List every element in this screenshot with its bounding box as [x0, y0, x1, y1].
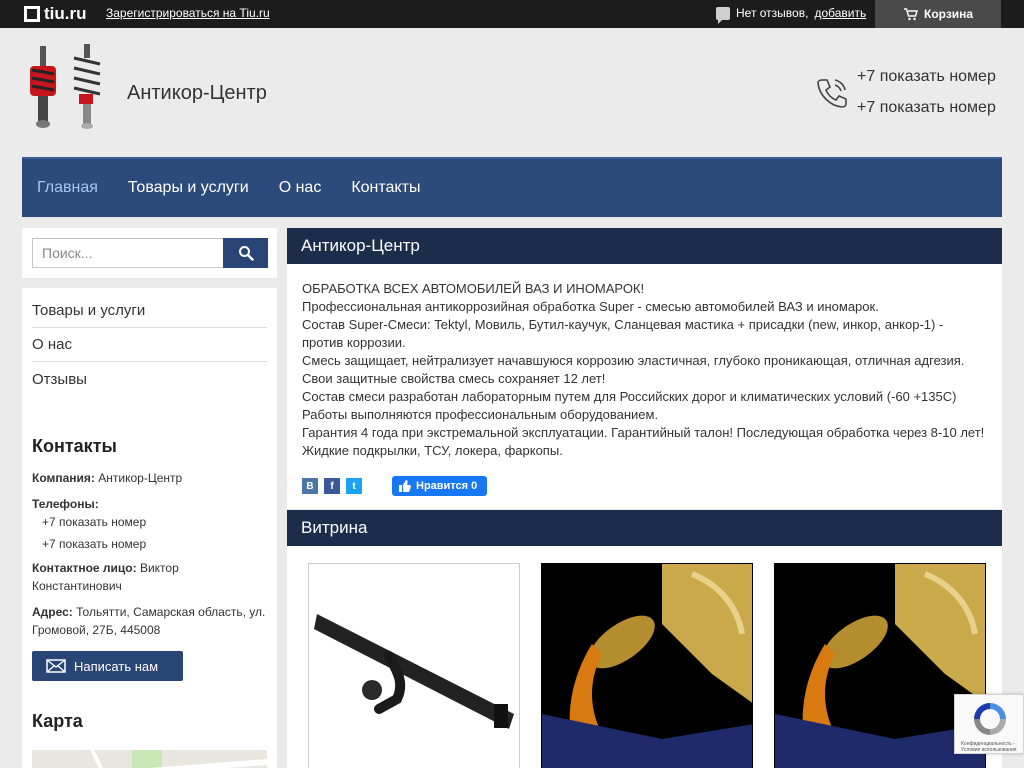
- search-button[interactable]: [223, 238, 268, 268]
- twitter-share-icon[interactable]: t: [346, 478, 362, 494]
- product-card-oil-1[interactable]: [541, 563, 753, 768]
- desc-line: Смесь защищает, нейтрализует начавшуюся …: [302, 353, 965, 368]
- contact-person-row: Контактное лицо: Виктор Константинович: [32, 561, 179, 593]
- nav-item-products[interactable]: Товары и услуги: [128, 179, 249, 197]
- cart-button[interactable]: Корзина: [875, 0, 1001, 28]
- company-title: Антикор-Центр: [127, 82, 267, 104]
- desc-line: против коррозии.: [302, 335, 406, 350]
- thumbs-up-icon: [399, 480, 411, 492]
- phones-label: Телефоны:: [32, 497, 99, 511]
- contacts-title: Контакты: [32, 436, 117, 456]
- company-row: Компания: Антикор-Центр: [32, 471, 183, 485]
- facebook-share-icon[interactable]: f: [324, 478, 340, 494]
- desc-line: Работы выполняются профессиональным обор…: [302, 407, 659, 422]
- recaptcha-badge[interactable]: Конфиденциальность - Условия использован…: [954, 694, 1024, 754]
- address-row: Адрес: Тольятти, Самарская область, ул. …: [32, 605, 266, 637]
- vk-share-icon[interactable]: В: [302, 478, 318, 494]
- description: ОБРАБОТКА ВСЕХ АВТОМОБИЛЕЙ ВАЗ И ИНОМАРО…: [287, 264, 1002, 509]
- search-box: Поиск...: [22, 228, 277, 278]
- sidebar-phone-1[interactable]: +7 показать номер: [32, 515, 267, 529]
- add-review-link[interactable]: добавить: [814, 6, 866, 20]
- map-title: Карта: [32, 711, 83, 731]
- header-phone-1[interactable]: +7 показать номер: [857, 68, 996, 86]
- nav-item-about[interactable]: О нас: [279, 179, 322, 197]
- top-bar: tiu.ru Зарегистрироваться на Tiu.ru Нет …: [0, 0, 1024, 28]
- reviews-info: Нет отзывов, добавить: [716, 6, 866, 24]
- map[interactable]: [32, 750, 267, 768]
- desc-line: Состав Super-Смеси: Tektyl, Мовиль, Бути…: [302, 317, 944, 332]
- vitrina: [287, 546, 1002, 768]
- header-phone-2[interactable]: +7 показать номер: [857, 99, 996, 117]
- search-input[interactable]: Поиск...: [32, 238, 223, 268]
- envelope-icon: [46, 659, 66, 673]
- tiu-logo[interactable]: tiu.ru: [24, 4, 87, 24]
- vitrina-title: Витрина: [287, 510, 1002, 546]
- search-icon: [238, 246, 254, 261]
- desc-line: Свои защитные свойства смесь сохраняет 1…: [302, 371, 606, 386]
- desc-line: ОБРАБОТКА ВСЕХ АВТОМОБИЛЕЙ ВАЗ И ИНОМАРО…: [302, 281, 645, 296]
- recaptcha-icon: [974, 703, 1006, 735]
- sidebar: Товары и услуги О нас Отзывы Контакты Ко…: [22, 288, 277, 768]
- main-nav: Главная Товары и услуги О нас Контакты: [22, 157, 1002, 217]
- product-card-towbar[interactable]: [308, 563, 520, 768]
- recaptcha-text: Конфиденциальность - Условия использован…: [961, 741, 1017, 753]
- nav-item-contacts[interactable]: Контакты: [351, 179, 420, 197]
- share-row: В f t Нравится 0: [302, 476, 987, 496]
- desc-line: Жидкие подкрылки, ТСУ, локера, фаркопы.: [302, 443, 563, 458]
- cart-icon: [904, 7, 918, 20]
- sidebar-phone-2[interactable]: +7 показать номер: [32, 537, 267, 551]
- sidebar-item-reviews[interactable]: Отзывы: [32, 362, 267, 396]
- write-us-button[interactable]: Написать нам: [32, 651, 183, 681]
- tiu-logo-icon: [24, 6, 40, 22]
- sidebar-item-products[interactable]: Товары и услуги: [32, 294, 267, 328]
- main-title: Антикор-Центр: [287, 228, 1002, 264]
- sidebar-item-about[interactable]: О нас: [32, 328, 267, 362]
- register-link[interactable]: Зарегистрироваться на Tiu.ru: [106, 6, 270, 20]
- facebook-like-button[interactable]: Нравится 0: [392, 476, 488, 496]
- company-logo[interactable]: [22, 42, 114, 134]
- phone-icon: [815, 76, 849, 110]
- desc-line: Состав смеси разработан лабораторным пут…: [302, 389, 957, 404]
- desc-line: Профессиональная антикоррозийная обработ…: [302, 299, 879, 314]
- desc-line: Гарантия 4 года при экстремальной эксплу…: [302, 425, 985, 440]
- comment-icon: [716, 6, 730, 24]
- nav-item-home[interactable]: Главная: [37, 179, 98, 197]
